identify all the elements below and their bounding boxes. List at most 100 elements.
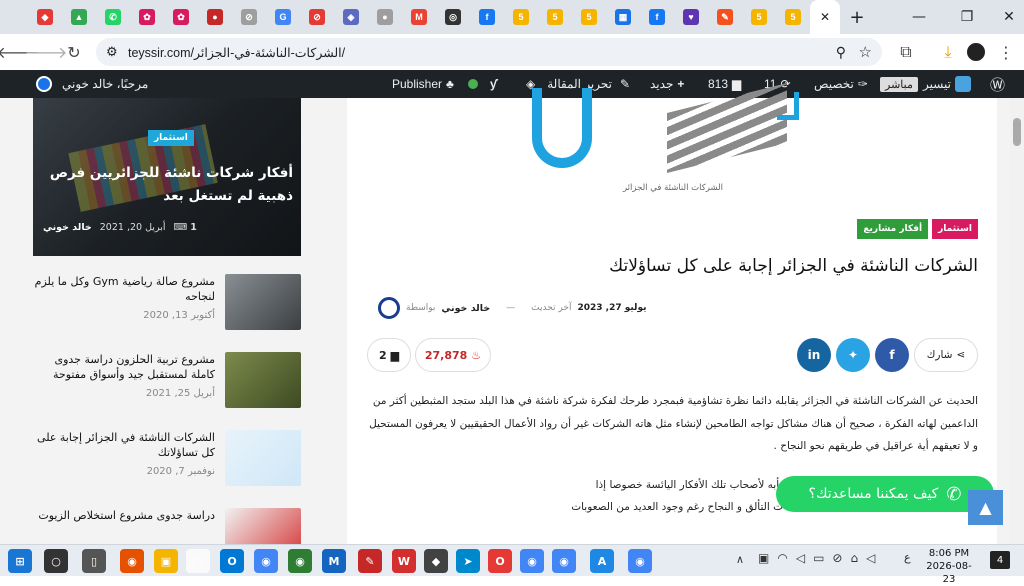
active-tab[interactable]: ✕ [810,0,840,34]
customize-menu[interactable]: تخصيص ✑ [814,70,868,98]
comments-pill[interactable]: 2 ▆ [367,338,411,372]
post-thumbnail[interactable] [225,430,301,486]
badge-ideas[interactable]: أفكار مشاريع [857,219,929,239]
featured-post-card[interactable]: استثمار أفكار شركات ناشئة للجزائريين فرص… [33,98,301,256]
tab-favicon-icon: 5 [513,9,529,25]
taskbar-app-icon[interactable]: ○ [44,549,68,573]
author-name[interactable]: خالد خوني [441,303,490,314]
browser-tab[interactable]: 5 [538,0,572,34]
facebook-share-button[interactable]: f [875,338,909,372]
clock[interactable]: 8:06 PM 2026-08-23 [920,547,978,586]
taskbar-app-icon[interactable]: ◉ [120,549,144,573]
menu-icon[interactable]: ⋮ [992,38,1020,66]
browser-tab[interactable]: 5 [776,0,810,34]
browser-tab[interactable]: ⊘ [232,0,266,34]
profile-avatar[interactable] [962,38,990,66]
taskbar-app-icon[interactable]: ▢ [186,549,210,573]
sidebar-post[interactable]: مشروع صالة رياضية Gym وكل ما يلزم لنجاحه… [33,274,301,344]
sidebar-post[interactable]: مشروع تربية الحلزون دراسة جدوى كاملة لمس… [33,352,301,422]
hero-badge[interactable]: استثمار [148,129,194,146]
taskbar-app-icon[interactable]: ◉ [628,549,652,573]
taskbar-app-icon[interactable]: ⊞ [8,549,32,573]
browser-tab[interactable]: ⊘ [300,0,334,34]
browser-tab[interactable]: 5 [504,0,538,34]
badge-invest[interactable]: استثمار [932,219,978,239]
browser-tab[interactable]: f [640,0,674,34]
minimize-button[interactable]: — [898,0,940,34]
taskbar-app-icon[interactable]: ◆ [424,549,448,573]
taskbar-app-icon[interactable]: W [392,549,416,573]
yoast-icon[interactable]: ƴ [490,70,497,98]
scrollbar-thumb[interactable] [1013,118,1021,146]
site-info-icon[interactable]: ⚙ [106,44,118,60]
download-icon[interactable]: ⤓ [934,38,962,66]
browser-tab[interactable]: 5 [572,0,606,34]
taskbar-app-icon[interactable]: ◉ [552,549,576,573]
taskbar-app-icon[interactable]: ➤ [456,549,480,573]
tab-close-icon[interactable]: ✕ [820,10,830,24]
browser-tab[interactable]: ✿ [130,0,164,34]
taskbar-app-icon[interactable]: ▯ [82,549,106,573]
browser-tab[interactable]: ✿ [164,0,198,34]
taskbar-app-icon[interactable]: ◉ [254,549,278,573]
close-window-button[interactable]: ✕ [988,0,1024,34]
taskbar-app-icon[interactable]: M [322,549,346,573]
share-button[interactable]: شارك ⋖ [914,338,978,372]
browser-tab[interactable]: ● [198,0,232,34]
restore-button[interactable]: ❐ [946,0,988,34]
taskbar-app-icon[interactable]: ◉ [520,549,544,573]
taskbar-app-icon[interactable]: ✎ [358,549,382,573]
taskbar-app-icon[interactable]: O [220,549,244,573]
tray-chevron-icon[interactable]: ∧ [736,553,744,566]
post-title[interactable]: دراسة جدوى مشروع استخلاص الزيوت [33,508,215,523]
browser-tab[interactable]: f [470,0,504,34]
post-title[interactable]: مشروع صالة رياضية Gym وكل ما يلزم لنجاحه [33,274,215,304]
taskbar-app-icon[interactable]: O [488,549,512,573]
post-thumbnail[interactable] [225,352,301,408]
notifications-badge[interactable]: 4 [990,551,1010,569]
reload-button[interactable]: ↻ [60,38,88,66]
new-tab-button[interactable]: + [840,0,874,34]
page-scrollbar[interactable] [1010,98,1024,544]
bookmark-star-icon[interactable]: ☆ [859,43,872,61]
site-menu[interactable]: تيسير [923,70,971,98]
browser-tab[interactable]: ▦ [606,0,640,34]
browser-tab[interactable]: ◆ [28,0,62,34]
twitter-share-button[interactable]: ✦ [836,338,870,372]
zoom-icon[interactable]: ⚲ [836,44,846,61]
browser-tab[interactable]: M [402,0,436,34]
browser-tab[interactable]: ✎ [708,0,742,34]
forward-button[interactable]: 🡒 [25,38,68,66]
keyboard-language[interactable]: ع [904,551,911,564]
post-title[interactable]: مشروع تربية الحلزون دراسة جدوى كاملة لمس… [33,352,215,382]
post-title[interactable]: الشركات الناشئة في الجزائر إجابة على كل … [33,430,215,460]
extensions-icon[interactable]: ⧉ [892,38,920,66]
comments-menu[interactable]: 813 ▆ [708,70,741,98]
post-thumbnail[interactable] [225,274,301,330]
new-menu[interactable]: جديد + [650,70,684,98]
taskbar-app-icon[interactable]: ◉ [288,549,312,573]
browser-tab[interactable]: 5 [742,0,776,34]
whatsapp-chat-button[interactable]: كيف يمكننا مساعدتك؟ ✆ [776,476,994,512]
hero-title[interactable]: أفكار شركات ناشئة للجزائريين فرص ذهبية ل… [43,162,293,208]
wordpress-logo-icon[interactable]: Ⓦ [990,70,1005,98]
browser-tab[interactable]: G [266,0,300,34]
taskbar-app-icon[interactable]: ▣ [154,549,178,573]
address-bar[interactable]: ⚙ teyssir.com/الشركات-الناشئة-في-الجزائر… [96,38,882,66]
browser-tab[interactable]: ♥ [674,0,708,34]
browser-tab[interactable]: ▲ [62,0,96,34]
browser-tab[interactable]: ◈ [334,0,368,34]
browser-tab[interactable]: ✆ [96,0,130,34]
sidebar-post[interactable]: الشركات الناشئة في الجزائر إجابة على كل … [33,430,301,500]
account-menu[interactable]: مرحبًا، خالد خوني [36,70,148,98]
article-title: الشركات الناشئة في الجزائر إجابة على كل … [609,256,978,276]
hero-comments[interactable]: ⌨ 1 [173,222,196,233]
browser-tab[interactable]: ◎ [436,0,470,34]
taskbar-app-icon[interactable]: A [590,549,614,573]
publisher-menu[interactable]: Publisher ♣ [392,70,454,98]
system-tray[interactable]: ▣ ◠ ◁ ▭ ⊘ ⌂ ◁ [758,551,875,565]
scroll-top-button[interactable]: ▲ [968,490,1003,525]
linkedin-share-button[interactable]: in [797,338,831,372]
browser-tab[interactable]: ● [368,0,402,34]
author-avatar[interactable] [378,297,400,319]
